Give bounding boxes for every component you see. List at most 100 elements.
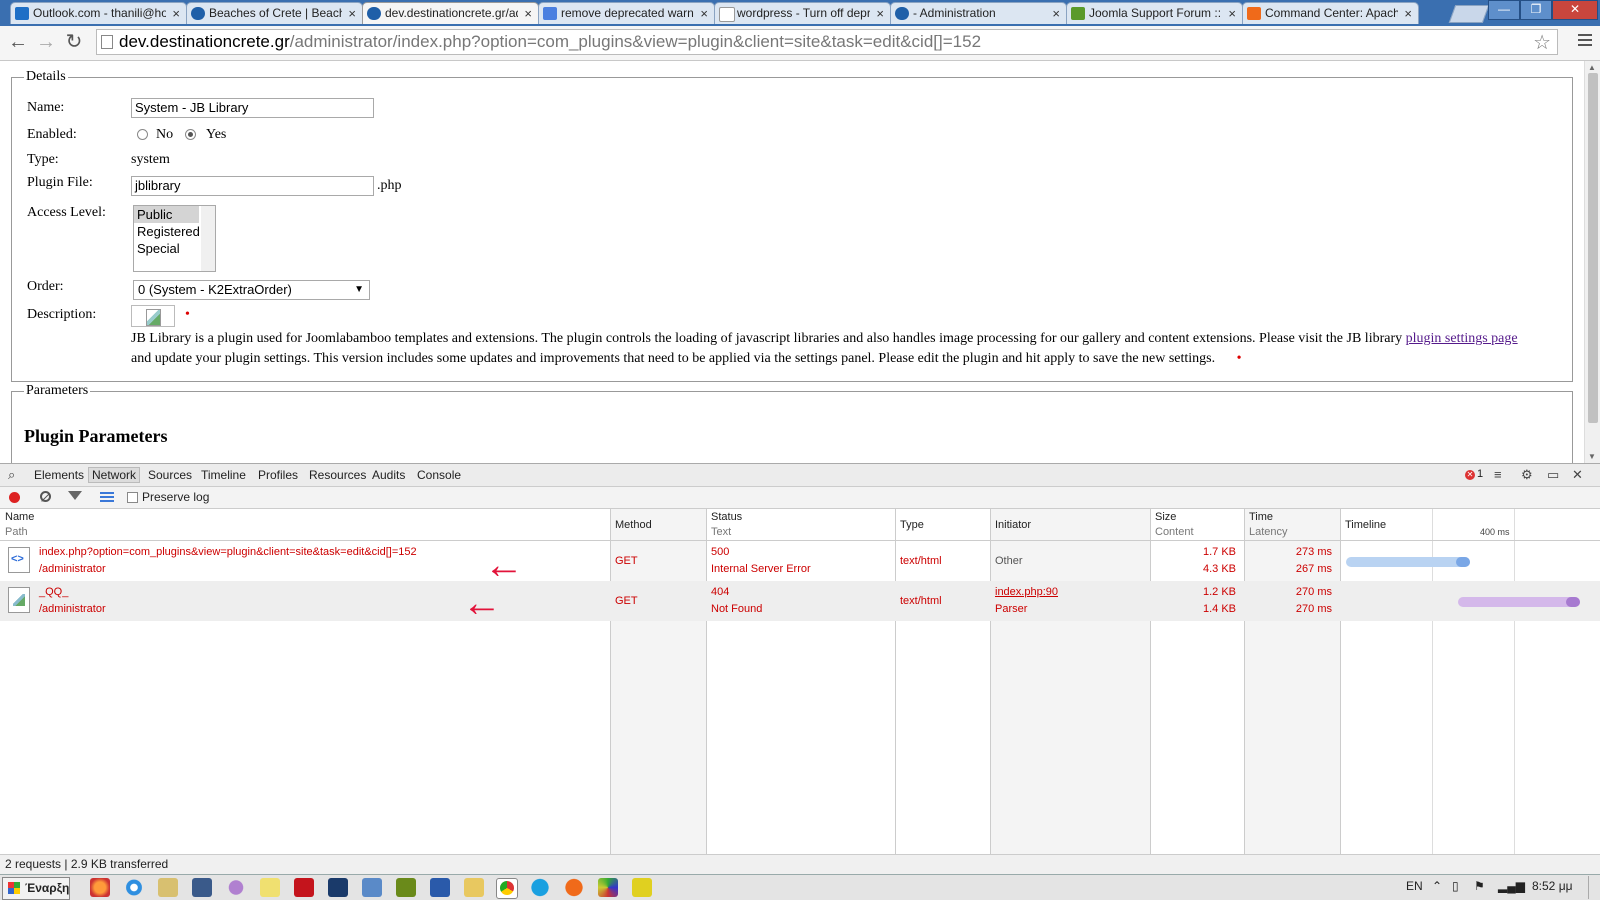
scroll-up-icon[interactable]: ▲ (1588, 63, 1596, 72)
chrome-icon[interactable] (496, 878, 518, 899)
plugin-file-input[interactable]: jblibrary (131, 176, 374, 196)
access-option-registered[interactable]: Registered (134, 223, 200, 240)
browser-tab-admin-active[interactable]: dev.destinationcrete.gr/admin × (362, 2, 539, 24)
address-bar[interactable]: dev.destinationcrete.gr/administrator/in… (96, 29, 1558, 55)
column-method[interactable]: Method (615, 519, 652, 531)
clock[interactable]: 8:52 μμ (1532, 879, 1573, 893)
devtools-tab-elements[interactable]: Elements (34, 468, 84, 482)
forward-arrow-icon[interactable]: → (34, 30, 58, 54)
browser-tab-google[interactable]: remove deprecated warnings × (538, 2, 715, 24)
close-tab-icon[interactable]: × (876, 3, 884, 24)
enabled-yes-radio[interactable] (185, 129, 196, 140)
scrollbar-thumb[interactable] (1588, 73, 1598, 423)
word-icon[interactable] (430, 878, 450, 897)
devtools-tab-sources[interactable]: Sources (148, 468, 192, 482)
gear-icon[interactable]: ⚙ (1521, 467, 1533, 483)
access-level-listbox[interactable]: Public Registered Special (133, 205, 216, 272)
filter-icon[interactable] (68, 491, 82, 500)
show-hidden-icons-icon[interactable]: ⌃ (1432, 879, 1442, 893)
close-tab-icon[interactable]: × (1228, 3, 1236, 24)
devtools-tab-network[interactable]: Network (88, 467, 141, 483)
dreamweaver-icon[interactable] (396, 878, 416, 897)
devtools-tab-profiles[interactable]: Profiles (258, 468, 298, 482)
language-indicator[interactable]: EN (1406, 879, 1423, 893)
address-url[interactable]: dev.destinationcrete.gr/administrator/in… (119, 32, 981, 52)
browser-tab-outlook[interactable]: Outlook.com - thanili@hotmail × (10, 2, 187, 24)
hamburger-menu-icon[interactable] (1578, 34, 1592, 49)
close-tab-icon[interactable]: × (524, 3, 532, 24)
order-select[interactable]: 0 (System - K2ExtraOrder) ▼ (133, 280, 370, 300)
request-name[interactable]: index.php?option=com_plugins&view=plugin… (39, 546, 417, 558)
close-tab-icon[interactable]: × (1404, 3, 1412, 24)
close-tab-icon[interactable]: × (1052, 3, 1060, 24)
dock-icon[interactable]: ▭ (1547, 467, 1559, 483)
firefox-icon[interactable] (90, 878, 110, 897)
browser-tab-joomla[interactable]: Joomla Support Forum :: Nav × (1066, 2, 1243, 24)
avast-icon[interactable] (564, 878, 584, 897)
type-value: system (131, 152, 170, 167)
internet-explorer-icon[interactable] (124, 878, 144, 897)
network-signal-icon[interactable]: ▂▄▆ (1498, 879, 1525, 893)
bookmark-star-icon[interactable]: ☆ (1533, 30, 1551, 55)
start-button[interactable]: Έναρξη (2, 877, 70, 900)
plugin-settings-link[interactable]: plugin settings page (1406, 331, 1518, 346)
close-tab-icon[interactable]: × (348, 3, 356, 24)
app-icon[interactable] (226, 878, 246, 897)
back-arrow-icon[interactable]: ← (6, 30, 30, 54)
reload-icon[interactable]: ↻ (62, 30, 86, 54)
request-initiator-link[interactable]: index.php:90 (995, 586, 1058, 598)
table-row-request-2[interactable]: _QQ_ /administrator GET 404 Not Found te… (0, 581, 1600, 623)
remote-desktop-icon[interactable] (192, 878, 212, 897)
browser-tab-administration[interactable]: - Administration × (890, 2, 1067, 24)
app-icon[interactable] (158, 878, 178, 897)
column-size[interactable]: Size (1155, 511, 1176, 523)
browser-tab-wordpress[interactable]: wordpress - Turn off deprecated × (714, 2, 891, 24)
page-scrollbar[interactable]: ▲ ▼ (1584, 61, 1600, 463)
name-input[interactable]: System - JB Library (131, 98, 374, 118)
table-row-request-1[interactable]: index.php?option=com_plugins&view=plugin… (0, 541, 1600, 585)
browser-tab-beaches[interactable]: Beaches of Crete | Beaches × (186, 2, 363, 24)
preserve-log-checkbox[interactable] (127, 492, 138, 503)
close-window-button[interactable]: ✕ (1552, 0, 1598, 20)
record-icon[interactable] (9, 492, 20, 503)
column-status[interactable]: Status (711, 511, 742, 523)
request-name[interactable]: _QQ_ (39, 586, 68, 598)
photoshop-icon[interactable] (328, 878, 348, 897)
clear-icon[interactable] (40, 491, 51, 502)
column-name[interactable]: Name (5, 511, 34, 523)
folder-icon[interactable] (464, 878, 484, 897)
close-tab-icon[interactable]: × (700, 3, 708, 24)
devtools-tab-resources[interactable]: Resources (309, 468, 366, 482)
column-type[interactable]: Type (900, 519, 924, 531)
notepad-icon[interactable] (260, 878, 280, 897)
access-option-special[interactable]: Special (134, 240, 199, 257)
action-center-flag-icon[interactable]: ⚑ (1474, 879, 1485, 893)
error-count-badge[interactable]: ✕ 1 (1465, 468, 1483, 480)
show-desktop-button[interactable] (1588, 876, 1599, 899)
column-time[interactable]: Time (1249, 511, 1273, 523)
close-tab-icon[interactable]: × (172, 3, 180, 24)
column-timeline[interactable]: Timeline (1345, 519, 1386, 531)
skype-icon[interactable] (530, 878, 550, 897)
inspect-search-icon[interactable]: ⌕ (8, 467, 15, 483)
app-icon[interactable] (598, 878, 618, 897)
browser-tab-command-center[interactable]: Command Center: Apache × (1242, 2, 1419, 24)
minimize-button[interactable]: — (1488, 0, 1520, 20)
large-rows-icon[interactable] (100, 492, 114, 504)
close-devtools-icon[interactable]: ✕ (1572, 467, 1583, 483)
listbox-scrollbar[interactable] (201, 206, 215, 271)
access-option-public[interactable]: Public (134, 206, 199, 223)
app-icon[interactable] (632, 878, 652, 897)
filezilla-icon[interactable] (294, 878, 314, 897)
scroll-down-icon[interactable]: ▼ (1588, 452, 1596, 461)
device-icon[interactable]: ▯ (1452, 879, 1459, 893)
devtools-tab-audits[interactable]: Audits (372, 468, 405, 482)
new-tab-button[interactable] (1448, 5, 1490, 23)
maximize-button[interactable]: ❐ (1520, 0, 1552, 20)
devtools-tab-timeline[interactable]: Timeline (201, 468, 246, 482)
app-icon[interactable] (362, 878, 382, 897)
console-drawer-icon[interactable]: ≡ (1494, 467, 1502, 482)
devtools-tab-console[interactable]: Console (417, 468, 461, 482)
enabled-no-radio[interactable] (137, 129, 148, 140)
column-initiator[interactable]: Initiator (995, 519, 1031, 531)
